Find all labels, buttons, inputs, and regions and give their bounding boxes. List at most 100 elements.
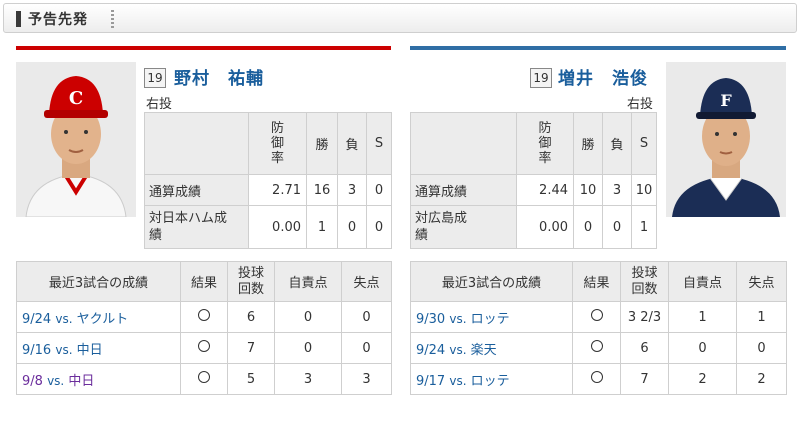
runs-value: 0 — [341, 301, 392, 333]
losses-value: 3 — [337, 174, 367, 206]
innings-value: 6 — [620, 332, 669, 364]
runs-value: 2 — [736, 363, 787, 395]
left-recent-games-table: 最近3試合の成績 結果 投球回数 自責点 失点 9/24 vs. ヤクルト 6 … — [16, 261, 392, 395]
runs-value: 0 — [736, 332, 787, 364]
earned-runs-header: 自責点 — [668, 261, 737, 302]
game-link[interactable]: 9/24 vs. 楽天 — [410, 332, 573, 364]
left-throwing-hand: 右投 — [146, 97, 173, 112]
header-accent-bar — [16, 11, 21, 27]
innings-value: 3 2/3 — [620, 301, 669, 333]
svg-text:C: C — [69, 88, 83, 109]
win-result-icon — [572, 363, 621, 395]
saves-header: S — [366, 112, 392, 175]
grip-icon — [111, 10, 114, 28]
era-value: 0.00 — [248, 205, 307, 249]
table-row: 9/16 vs. 中日 7 0 0 — [16, 332, 392, 364]
section-title: 予告先発 — [28, 12, 88, 28]
left-uniform-number: 19 — [144, 68, 166, 88]
saves-header: S — [631, 112, 657, 175]
earned-runs-value: 2 — [668, 363, 737, 395]
right-stats-table: 防御率 勝 負 S 通算成績 2.44 10 3 10 対広島成績 0.00 0… — [410, 112, 657, 249]
wins-value: 1 — [306, 205, 338, 249]
right-throwing-hand: 右投 — [627, 97, 654, 112]
recent-games-header: 最近3試合の成績 — [410, 261, 573, 302]
carp-color-rule — [16, 46, 391, 50]
saves-value: 1 — [631, 205, 657, 249]
earned-runs-value: 0 — [668, 332, 737, 364]
era-value: 2.44 — [516, 174, 574, 206]
right-pitcher-name[interactable]: 増井 浩俊 — [558, 64, 648, 89]
runs-value: 1 — [736, 301, 787, 333]
wins-header: 勝 — [306, 112, 338, 175]
result-header: 結果 — [572, 261, 621, 302]
stats-corner-cell — [410, 112, 517, 175]
innings-value: 7 — [620, 363, 669, 395]
right-pitcher-photo: F — [666, 62, 786, 217]
win-result-icon — [180, 301, 228, 333]
innings-header: 投球回数 — [227, 261, 275, 302]
row-label: 対広島成績 — [410, 205, 517, 249]
innings-value: 7 — [227, 332, 275, 364]
table-row: 9/30 vs. ロッテ 3 2/3 1 1 — [410, 301, 787, 333]
wins-value: 0 — [573, 205, 603, 249]
table-row: 9/17 vs. ロッテ 7 2 2 — [410, 363, 787, 395]
game-link[interactable]: 9/24 vs. ヤクルト — [16, 301, 181, 333]
table-row: 9/24 vs. 楽天 6 0 0 — [410, 332, 787, 364]
saves-value: 0 — [366, 205, 392, 249]
innings-value: 6 — [227, 301, 275, 333]
runs-value: 0 — [341, 332, 392, 364]
table-row: 通算成績 2.44 10 3 10 — [410, 174, 657, 206]
win-result-icon — [180, 332, 228, 364]
era-header: 防御率 — [516, 112, 574, 175]
win-result-icon — [572, 332, 621, 364]
era-value: 0.00 — [516, 205, 574, 249]
row-label: 通算成績 — [144, 174, 249, 206]
innings-value: 5 — [227, 363, 275, 395]
wins-header: 勝 — [573, 112, 603, 175]
earned-runs-value: 0 — [274, 332, 342, 364]
earned-runs-value: 0 — [274, 301, 342, 333]
win-result-icon — [572, 301, 621, 333]
right-recent-games-table: 最近3試合の成績 結果 投球回数 自責点 失点 9/30 vs. ロッテ 3 2… — [410, 261, 787, 395]
stats-corner-cell — [144, 112, 249, 175]
fighters-color-rule — [410, 46, 786, 50]
runs-value: 3 — [341, 363, 392, 395]
game-link[interactable]: 9/16 vs. 中日 — [16, 332, 181, 364]
right-uniform-number: 19 — [530, 68, 552, 88]
svg-text:F: F — [720, 91, 732, 110]
earned-runs-value: 1 — [668, 301, 737, 333]
left-pitcher-photo: C — [16, 62, 136, 217]
losses-value: 0 — [602, 205, 632, 249]
saves-value: 10 — [631, 174, 657, 206]
table-row: 通算成績 2.71 16 3 0 — [144, 174, 392, 206]
left-pitcher-name[interactable]: 野村 祐輔 — [174, 64, 264, 89]
era-header: 防御率 — [248, 112, 307, 175]
recent-games-header: 最近3試合の成績 — [16, 261, 181, 302]
table-row: 9/8 vs. 中日 5 3 3 — [16, 363, 392, 395]
innings-header: 投球回数 — [620, 261, 669, 302]
section-header: 予告先発 — [3, 3, 797, 33]
losses-value: 3 — [602, 174, 632, 206]
game-link[interactable]: 9/17 vs. ロッテ — [410, 363, 573, 395]
losses-value: 0 — [337, 205, 367, 249]
result-header: 結果 — [180, 261, 228, 302]
earned-runs-value: 3 — [274, 363, 342, 395]
left-stats-table: 防御率 勝 負 S 通算成績 2.71 16 3 0 対日本ハム成績 0.00 … — [144, 112, 392, 249]
table-row: 9/24 vs. ヤクルト 6 0 0 — [16, 301, 392, 333]
wins-value: 16 — [306, 174, 338, 206]
earned-runs-header: 自責点 — [274, 261, 342, 302]
table-row: 対広島成績 0.00 0 0 1 — [410, 205, 657, 249]
era-value: 2.71 — [248, 174, 307, 206]
saves-value: 0 — [366, 174, 392, 206]
table-row: 対日本ハム成績 0.00 1 0 0 — [144, 205, 392, 249]
win-result-icon — [180, 363, 228, 395]
losses-header: 負 — [602, 112, 632, 175]
game-link[interactable]: 9/30 vs. ロッテ — [410, 301, 573, 333]
row-label: 通算成績 — [410, 174, 517, 206]
losses-header: 負 — [337, 112, 367, 175]
runs-header: 失点 — [341, 261, 392, 302]
runs-header: 失点 — [736, 261, 787, 302]
game-link[interactable]: 9/8 vs. 中日 — [16, 363, 181, 395]
wins-value: 10 — [573, 174, 603, 206]
row-label: 対日本ハム成績 — [144, 205, 249, 249]
